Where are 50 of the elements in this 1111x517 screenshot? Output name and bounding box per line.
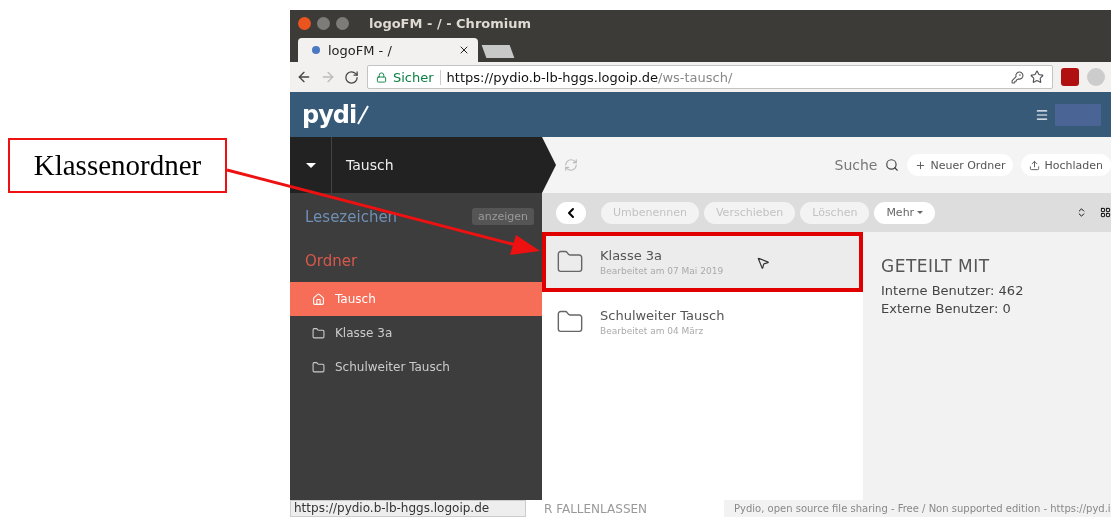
modified-date: Bearbeitet am 04 März [600,326,705,336]
folder-icon [312,326,325,340]
key-icon[interactable] [1011,70,1024,84]
url-text: https://pydio.b-lb-hggs.logoip.de/ws-tausch/ [446,69,733,85]
pen-icon [356,103,371,126]
lock-icon [376,71,387,83]
modified-date: Bearbeitet am 07 Mai 2019 [600,266,724,276]
menu-icon[interactable] [1035,107,1049,122]
maximize-button[interactable] [336,17,349,30]
minimize-button[interactable] [317,17,330,30]
search-icon[interactable] [885,158,900,172]
pydio-logo: pydi [302,100,357,129]
status-url: https://pydio.b-lb-hggs.logoip.de [290,500,526,517]
star-icon[interactable] [1030,70,1044,84]
bookmarks-heading: Lesezeichen [305,207,398,226]
new-folder-button[interactable]: Neuer Ordner [907,154,1014,176]
search-link[interactable]: Suche [834,157,878,173]
back-icon[interactable] [296,69,312,85]
info-text: Externe Benutzer: 0 [881,301,1012,316]
upload-button[interactable]: Hochladen [1021,154,1111,176]
footer-text: Pydio, open source file sharing - Free / Non supported edition - https://pyd.i [724,500,1111,517]
workspace-title: Tausch [346,157,394,173]
home-icon [312,292,325,306]
close-tab-icon[interactable] [458,44,470,56]
window-title: logoFM - / - Chromium [369,16,532,31]
drop-hint: R FALLENLASSEN [544,501,649,516]
action-button[interactable]: Mehr [874,201,936,224]
new-tab-button[interactable] [481,45,515,58]
back-button[interactable] [556,201,586,224]
sidebar-item[interactable]: Schulweiter Tausch [290,350,542,384]
favicon-icon [312,46,320,54]
callout-label: Klassenordner [8,138,227,193]
upload-icon [1029,159,1041,171]
file-row[interactable]: Klasse 3a Bearbeitet am 07 Mai 2019 [542,232,863,292]
close-button[interactable] [298,17,311,30]
file-name: Schulweiter Tausch [600,308,725,323]
info-text: Interne Benutzer: 462 [881,283,1025,298]
folder-icon [312,360,325,374]
plus-icon [915,159,927,171]
address-bar[interactable]: Sicher https://pydio.b-lb-hggs.logoip.de/ws-tausch/ [367,65,1053,89]
folders-heading: Ordner [304,251,359,272]
grid-view-icon[interactable] [1100,207,1111,218]
sidebar-item[interactable]: Klasse 3a [290,316,542,350]
browser-tab[interactable]: logoFM - / [298,38,478,62]
cursor-icon [756,256,770,270]
reload-icon[interactable] [344,69,359,85]
file-name: Klasse 3a [600,248,664,263]
sort-icon[interactable] [1076,207,1087,218]
security-label: Sicher [393,69,441,85]
info-title: GETEILT MIT [881,256,991,276]
